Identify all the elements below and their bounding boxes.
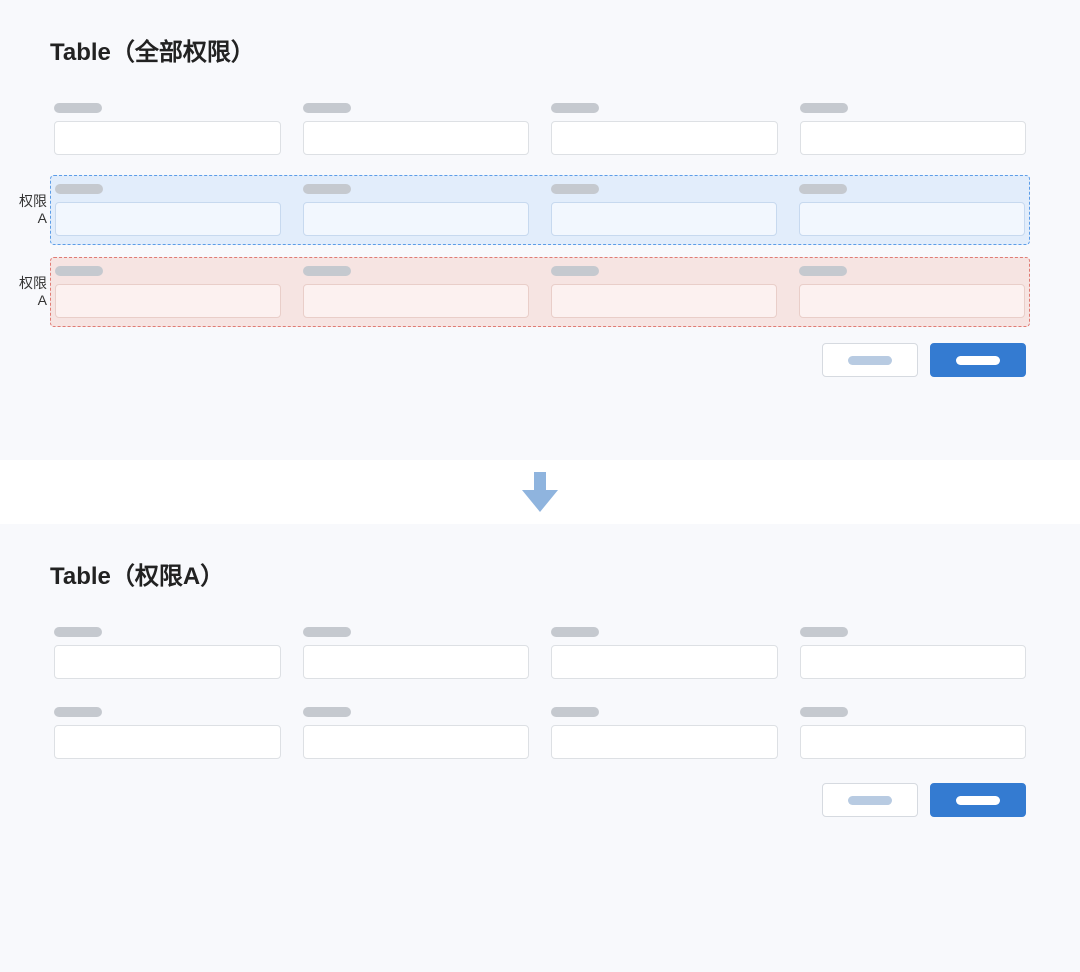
field-label-placeholder — [551, 707, 599, 717]
text-input[interactable] — [551, 725, 778, 759]
text-input[interactable] — [54, 725, 281, 759]
form-field — [551, 627, 778, 679]
form-row-blue-highlight: 权限A — [50, 175, 1030, 245]
row-permission-label: 权限A — [7, 275, 47, 309]
form-field — [54, 103, 281, 155]
field-label-placeholder — [800, 707, 848, 717]
form-field — [54, 707, 281, 759]
text-input[interactable] — [799, 284, 1025, 318]
field-label-placeholder — [303, 707, 351, 717]
field-label-placeholder — [55, 266, 103, 276]
secondary-button[interactable] — [822, 783, 918, 817]
panel-permission-a: Table（权限A） — [0, 524, 1080, 972]
form-field — [799, 266, 1025, 318]
form-rows-bottom — [50, 619, 1030, 767]
secondary-button[interactable] — [822, 343, 918, 377]
button-label-placeholder — [956, 796, 1000, 805]
primary-button[interactable] — [930, 783, 1026, 817]
transition-arrow-band — [0, 460, 1080, 524]
text-input[interactable] — [800, 725, 1027, 759]
actions-bottom — [50, 783, 1030, 817]
form-field — [551, 103, 778, 155]
form-field — [551, 184, 777, 236]
form-field — [303, 266, 529, 318]
text-input[interactable] — [799, 202, 1025, 236]
text-input[interactable] — [55, 202, 281, 236]
button-label-placeholder — [956, 356, 1000, 365]
actions-top — [50, 343, 1030, 377]
field-label-placeholder — [800, 103, 848, 113]
field-label-placeholder — [800, 627, 848, 637]
field-label-placeholder — [551, 266, 599, 276]
form-field — [303, 707, 530, 759]
row-permission-label: 权限A — [7, 193, 47, 227]
form-row — [50, 699, 1030, 767]
form-field — [54, 627, 281, 679]
form-row — [50, 619, 1030, 687]
field-label-placeholder — [55, 184, 103, 194]
form-row — [50, 95, 1030, 163]
button-label-placeholder — [848, 796, 892, 805]
text-input[interactable] — [551, 284, 777, 318]
field-label-placeholder — [303, 103, 351, 113]
field-label-placeholder — [551, 103, 599, 113]
field-label-placeholder — [551, 627, 599, 637]
field-label-placeholder — [303, 184, 351, 194]
text-input[interactable] — [800, 645, 1027, 679]
viewport: Table（全部权限） 权限A权限A Table（权限A） — [0, 0, 1080, 908]
form-field — [799, 184, 1025, 236]
text-input[interactable] — [303, 284, 529, 318]
text-input[interactable] — [55, 284, 281, 318]
field-label-placeholder — [799, 184, 847, 194]
form-field — [800, 103, 1027, 155]
text-input[interactable] — [551, 121, 778, 155]
field-label-placeholder — [303, 266, 351, 276]
text-input[interactable] — [303, 725, 530, 759]
text-input[interactable] — [303, 202, 529, 236]
form-rows-top: 权限A 权限A — [50, 95, 1030, 327]
text-input[interactable] — [303, 645, 530, 679]
field-label-placeholder — [303, 627, 351, 637]
text-input[interactable] — [800, 121, 1027, 155]
field-label-placeholder — [54, 707, 102, 717]
field-label-placeholder — [54, 103, 102, 113]
form-field — [303, 184, 529, 236]
form-field — [55, 266, 281, 318]
panel-full-permissions: Table（全部权限） 权限A权限A — [0, 0, 1080, 460]
form-field — [55, 184, 281, 236]
text-input[interactable] — [551, 645, 778, 679]
panel-title: Table（权限A） — [50, 556, 1030, 591]
field-label-placeholder — [799, 266, 847, 276]
form-field — [800, 707, 1027, 759]
arrow-down-icon — [516, 468, 564, 516]
button-label-placeholder — [848, 356, 892, 365]
form-field — [551, 266, 777, 318]
text-input[interactable] — [303, 121, 530, 155]
form-field — [800, 627, 1027, 679]
form-field — [551, 707, 778, 759]
text-input[interactable] — [551, 202, 777, 236]
form-field — [303, 627, 530, 679]
text-input[interactable] — [54, 645, 281, 679]
form-row-pink-highlight: 权限A — [50, 257, 1030, 327]
field-label-placeholder — [551, 184, 599, 194]
text-input[interactable] — [54, 121, 281, 155]
field-label-placeholder — [54, 627, 102, 637]
panel-title: Table（全部权限） — [50, 32, 1030, 67]
primary-button[interactable] — [930, 343, 1026, 377]
form-field — [303, 103, 530, 155]
